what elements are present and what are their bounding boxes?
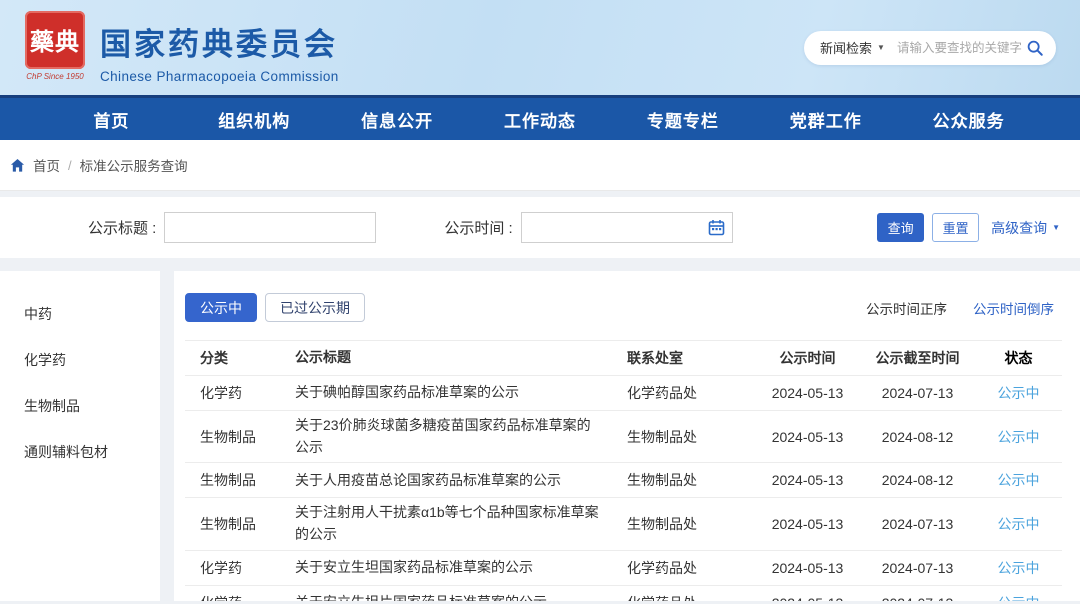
chevron-down-icon: ▼ xyxy=(1052,223,1060,232)
row-deadline: 2024-07-13 xyxy=(860,595,975,601)
nav-item-party-work[interactable]: 党群工作 xyxy=(754,107,897,132)
title-input[interactable] xyxy=(164,212,376,243)
row-office: 生物制品处 xyxy=(615,470,755,490)
row-category: 化学药 xyxy=(185,593,280,601)
sidebar-item-general-rules[interactable]: 通则辅料包材 xyxy=(0,429,160,475)
sidebar-item-chemical-drugs[interactable]: 化学药 xyxy=(0,337,160,383)
search-category-label: 新闻检索 xyxy=(820,38,872,57)
nav-item-public-service[interactable]: 公众服务 xyxy=(897,107,1040,132)
chevron-down-icon: ▼ xyxy=(877,43,885,52)
breadcrumb-separator: / xyxy=(68,158,72,173)
row-office: 化学药品处 xyxy=(615,558,755,578)
nav-item-special-topics[interactable]: 专题专栏 xyxy=(611,107,754,132)
row-category: 生物制品 xyxy=(185,514,280,534)
status-badge[interactable]: 公示中 xyxy=(998,516,1040,532)
calendar-icon[interactable] xyxy=(708,219,725,236)
row-title-link[interactable]: 关于人用疫苗总论国家药品标准草案的公示 xyxy=(280,470,615,492)
reset-button[interactable]: 重置 xyxy=(932,213,979,242)
status-badge[interactable]: 公示中 xyxy=(998,472,1040,488)
row-publish-time: 2024-05-13 xyxy=(755,429,860,445)
row-office: 生物制品处 xyxy=(615,427,755,447)
row-deadline: 2024-08-12 xyxy=(860,429,975,445)
row-office: 化学药品处 xyxy=(615,593,755,601)
row-title-link[interactable]: 关于安立生坦国家药品标准草案的公示 xyxy=(280,557,615,579)
advanced-search-label: 高级查询 xyxy=(991,218,1047,238)
seal-caption: ChP Since 1950 xyxy=(26,72,84,81)
row-title-link[interactable]: 关于23价肺炎球菌多糖疫苗国家药品标准草案的公示 xyxy=(280,415,615,458)
row-category: 生物制品 xyxy=(185,427,280,447)
site-logo[interactable]: 藥典 ChP Since 1950 国家药典委员会 Chinese Pharma… xyxy=(24,11,339,85)
status-badge[interactable]: 公示中 xyxy=(998,560,1040,576)
row-publish-time: 2024-05-13 xyxy=(755,516,860,532)
breadcrumb-home-link[interactable]: 首页 xyxy=(33,155,60,175)
row-deadline: 2024-07-13 xyxy=(860,385,975,401)
table-row: 化学药 关于碘帕醇国家药品标准草案的公示 化学药品处 2024-05-13 20… xyxy=(185,376,1062,411)
breadcrumb-current: 标准公示服务查询 xyxy=(80,155,188,175)
col-header-publish-time: 公示时间 xyxy=(755,348,860,368)
site-header: 藥典 ChP Since 1950 国家药典委员会 Chinese Pharma… xyxy=(0,0,1080,95)
row-category: 化学药 xyxy=(185,558,280,578)
sidebar-item-biologics[interactable]: 生物制品 xyxy=(0,383,160,429)
search-category-dropdown[interactable]: 新闻检索 ▼ xyxy=(820,38,885,57)
filter-bar: 公示标题 : 公示时间 : 查询 重置 高级查询 ▼ xyxy=(0,197,1080,258)
breadcrumb: 首页 / 标准公示服务查询 xyxy=(0,140,1080,191)
col-header-title: 公示标题 xyxy=(280,347,615,369)
row-publish-time: 2024-05-13 xyxy=(755,595,860,601)
row-publish-time: 2024-05-13 xyxy=(755,385,860,401)
sort-time-ascending[interactable]: 公示时间正序 xyxy=(866,298,947,318)
row-deadline: 2024-08-12 xyxy=(860,472,975,488)
sidebar-item-tcm[interactable]: 中药 xyxy=(0,291,160,337)
search-icon[interactable] xyxy=(1026,39,1044,57)
row-title-link[interactable]: 关于安立生坦片国家药品标准草案的公示 xyxy=(280,592,615,601)
main-nav: 首页 组织机构 信息公开 工作动态 专题专栏 党群工作 公众服务 xyxy=(0,95,1080,140)
tab-expired-publicity[interactable]: 已过公示期 xyxy=(265,293,365,322)
status-badge[interactable]: 公示中 xyxy=(998,595,1040,601)
seal-logo-icon: 藥典 ChP Since 1950 xyxy=(24,11,86,85)
row-publish-time: 2024-05-13 xyxy=(755,560,860,576)
seal-characters: 藥典 xyxy=(25,11,85,69)
row-deadline: 2024-07-13 xyxy=(860,516,975,532)
row-category: 化学药 xyxy=(185,383,280,403)
col-header-status: 状态 xyxy=(975,348,1062,368)
row-office: 化学药品处 xyxy=(615,383,755,403)
tab-in-publicity[interactable]: 公示中 xyxy=(185,293,257,322)
nav-item-work-news[interactable]: 工作动态 xyxy=(469,107,612,132)
row-office: 生物制品处 xyxy=(615,514,755,534)
table-row: 生物制品 关于注射用人干扰素α1b等七个品种国家标准草案的公示 生物制品处 20… xyxy=(185,498,1062,550)
sort-time-descending[interactable]: 公示时间倒序 xyxy=(973,298,1054,318)
row-category: 生物制品 xyxy=(185,470,280,490)
row-publish-time: 2024-05-13 xyxy=(755,472,860,488)
col-header-category: 分类 xyxy=(185,348,280,368)
row-title-link[interactable]: 关于碘帕醇国家药品标准草案的公示 xyxy=(280,382,615,404)
nav-item-organization[interactable]: 组织机构 xyxy=(183,107,326,132)
status-badge[interactable]: 公示中 xyxy=(998,385,1040,401)
query-button[interactable]: 查询 xyxy=(877,213,924,242)
row-deadline: 2024-07-13 xyxy=(860,560,975,576)
nav-item-information[interactable]: 信息公开 xyxy=(326,107,469,132)
advanced-search-button[interactable]: 高级查询 ▼ xyxy=(991,218,1060,238)
col-header-office: 联系处室 xyxy=(615,348,755,368)
announcement-table: 分类 公示标题 联系处室 公示时间 公示截至时间 状态 化学药 关于碘帕醇国家药… xyxy=(185,340,1062,601)
col-header-deadline: 公示截至时间 xyxy=(860,348,975,368)
table-header-row: 分类 公示标题 联系处室 公示时间 公示截至时间 状态 xyxy=(185,340,1062,376)
nav-item-home[interactable]: 首页 xyxy=(40,107,183,132)
table-row: 生物制品 关于人用疫苗总论国家药品标准草案的公示 生物制品处 2024-05-1… xyxy=(185,463,1062,498)
table-row: 化学药 关于安立生坦国家药品标准草案的公示 化学药品处 2024-05-13 2… xyxy=(185,551,1062,586)
status-badge[interactable]: 公示中 xyxy=(998,429,1040,445)
table-row: 化学药 关于安立生坦片国家药品标准草案的公示 化学药品处 2024-05-13 … xyxy=(185,586,1062,601)
home-icon[interactable] xyxy=(10,158,25,173)
category-sidebar: 中药 化学药 生物制品 通则辅料包材 xyxy=(0,271,160,601)
site-title: 国家药典委员会 xyxy=(100,19,339,64)
time-input[interactable] xyxy=(521,212,733,243)
search-input[interactable] xyxy=(897,41,1026,55)
announcement-panel: 公示中 已过公示期 公示时间正序 公示时间倒序 分类 公示标题 联系处室 公示时… xyxy=(174,271,1080,601)
time-field-label: 公示时间 : xyxy=(444,217,512,238)
title-field-label: 公示标题 : xyxy=(88,217,156,238)
header-search: 新闻检索 ▼ xyxy=(804,31,1056,65)
row-title-link[interactable]: 关于注射用人干扰素α1b等七个品种国家标准草案的公示 xyxy=(280,502,615,545)
table-row: 生物制品 关于23价肺炎球菌多糖疫苗国家药品标准草案的公示 生物制品处 2024… xyxy=(185,411,1062,463)
site-subtitle: Chinese Pharmacopoeia Commission xyxy=(100,69,339,84)
